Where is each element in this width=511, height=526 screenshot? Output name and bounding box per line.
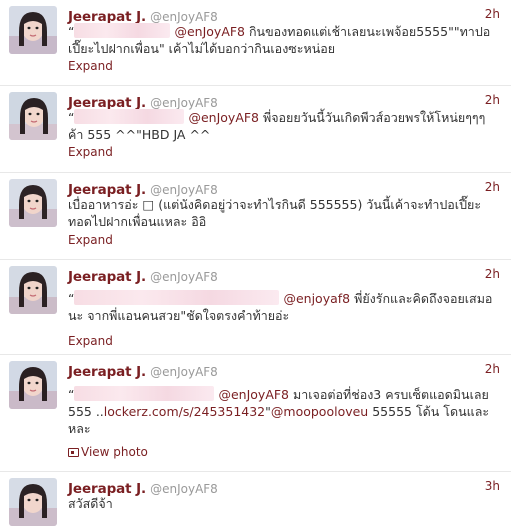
avatar[interactable] — [9, 92, 57, 140]
timeline: Jeerapat J. @enJoyAF8 2h “ @enJoyAF8 กินข… — [0, 0, 511, 526]
expand-link[interactable]: Expand — [68, 59, 113, 73]
expand-link[interactable]: Expand — [68, 233, 113, 247]
tweet-text: “ @enJoyAF8 มาเจอต่อที่ช่อง3 ครบเซ็ตแอดม… — [68, 386, 500, 437]
redacted-text — [74, 290, 280, 305]
tweet[interactable]: Jeerapat J. @enJoyAF8 2h เบื่ออาหารอ่ะ □ … — [0, 173, 511, 260]
photo-icon — [68, 447, 79, 457]
tweet-header: Jeerapat J. @enJoyAF8 2h — [68, 6, 503, 25]
mention-link-2[interactable]: @moopooloveu — [271, 404, 368, 419]
user-handle[interactable]: @enJoyAF8 — [150, 96, 218, 110]
user-name[interactable]: Jeerapat J. — [68, 269, 146, 285]
avatar[interactable] — [9, 6, 57, 54]
tweet-text: “ @enJoyAF8 กินของทอดแต่เช้าเลยนะเพจ้อย5… — [68, 23, 500, 57]
avatar[interactable] — [9, 361, 57, 409]
redacted-text — [74, 386, 215, 401]
expand-link[interactable]: Expand — [68, 334, 113, 348]
user-handle[interactable]: @enJoyAF8 — [150, 183, 218, 197]
url-link[interactable]: lockerz.com/s/245351432 — [104, 404, 265, 419]
user-handle[interactable]: @enJoyAF8 — [150, 10, 218, 24]
tweet[interactable]: Jeerapat J. @enJoyAF8 2h “ @enjoyaf8 พี่ย… — [0, 260, 511, 355]
mention-link[interactable]: @enJoyAF8 — [174, 24, 245, 39]
timestamp[interactable]: 2h — [485, 362, 500, 376]
tweet-header: Jeerapat J. @enJoyAF8 2h — [68, 361, 503, 380]
tweet[interactable]: Jeerapat J. @enJoyAF8 2h “ @enJoyAF8 พี่จ… — [0, 86, 511, 173]
tweet-text: “ @enjoyaf8 พี่ยังรักและคิดถึงจอยเสมอนะ … — [68, 290, 500, 324]
tweet-text: “ @enJoyAF8 พี่จอยยวันนี้วันเกิดพีวส์อวย… — [68, 109, 500, 143]
user-name[interactable]: Jeerapat J. — [68, 364, 146, 380]
timestamp[interactable]: 2h — [485, 180, 500, 194]
tweet[interactable]: Jeerapat J. @enJoyAF8 2h “ @enJoyAF8 กินข… — [0, 0, 511, 86]
avatar[interactable] — [9, 266, 57, 314]
tweet[interactable]: Jeerapat J. @enJoyAF8 2h “ @enJoyAF8 มาเจ… — [0, 355, 511, 472]
view-photo-link[interactable]: View photo — [68, 445, 148, 459]
mention-link[interactable]: @enjoyaf8 — [283, 291, 350, 306]
expand-link[interactable]: Expand — [68, 145, 113, 159]
avatar[interactable] — [9, 179, 57, 227]
tweet-text: เบื่ออาหารอ่ะ □ (แต่นังคิดอยู่ว่าจะทำไรก… — [68, 197, 482, 229]
tweet-header: Jeerapat J. @enJoyAF8 2h — [68, 266, 503, 285]
tweet-text: สวัสดีจ้า — [68, 496, 113, 511]
tweet-header: Jeerapat J. @enJoyAF8 2h — [68, 179, 503, 198]
redacted-text — [74, 109, 185, 124]
mention-link[interactable]: @enJoyAF8 — [218, 387, 289, 402]
tweet-header: Jeerapat J. @enJoyAF8 3h — [68, 478, 503, 497]
timestamp[interactable]: 2h — [485, 267, 500, 281]
user-handle[interactable]: @enJoyAF8 — [150, 270, 218, 284]
redacted-text — [74, 23, 171, 38]
timestamp[interactable]: 2h — [485, 93, 500, 107]
user-handle[interactable]: @enJoyAF8 — [150, 365, 218, 379]
timestamp[interactable]: 3h — [485, 479, 500, 493]
tweet[interactable]: Jeerapat J. @enJoyAF8 3h สวัสดีจ้า — [0, 472, 511, 526]
tweet-header: Jeerapat J. @enJoyAF8 2h — [68, 92, 503, 111]
user-handle[interactable]: @enJoyAF8 — [150, 482, 218, 496]
view-photo-label[interactable]: View photo — [81, 445, 148, 459]
timestamp[interactable]: 2h — [485, 7, 500, 21]
mention-link[interactable]: @enJoyAF8 — [188, 110, 259, 125]
